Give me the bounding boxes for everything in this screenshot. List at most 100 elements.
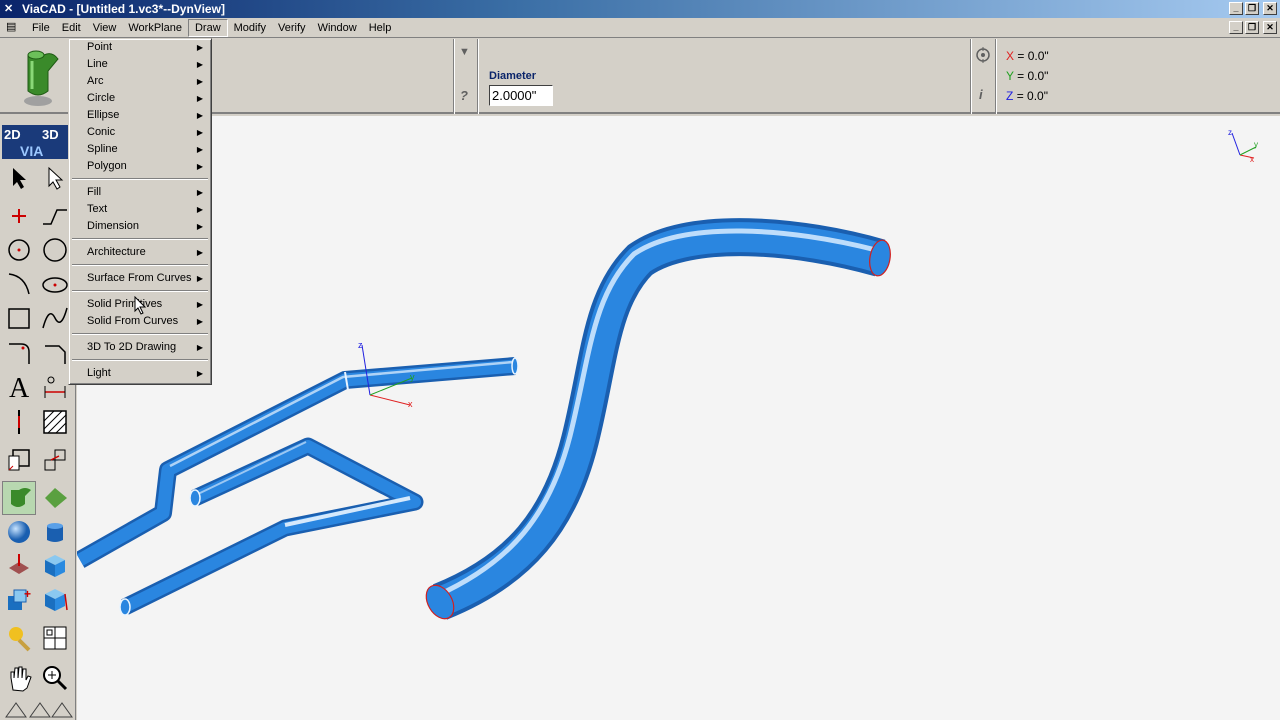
z-label: Z [1006,89,1014,103]
z-coordinate: Z = 0.0" [1006,89,1048,103]
sphere-icon[interactable] [2,515,36,549]
local-axis-y-label: y [410,372,415,382]
menu-item-circle[interactable]: Circle ▶ [71,90,209,107]
menu-separator [72,264,208,266]
viacad-app-icon: ✕ [4,3,14,15]
submenu-arrow-icon: ▶ [196,248,203,257]
menu-window[interactable]: Window [312,19,363,37]
menu-item-line[interactable]: Line ▶ [71,56,209,73]
ellipse-center-icon[interactable] [38,267,72,301]
menu-item-point[interactable]: Point ▶ [71,39,209,56]
doc-minimize-button[interactable]: _ [1229,21,1243,34]
loft-surface-icon[interactable] [38,481,72,515]
rectangle-icon[interactable] [2,301,36,335]
doc-restore-button[interactable]: ❐ [1245,21,1259,34]
menu-edit[interactable]: Edit [56,19,87,37]
menu-help[interactable]: Help [363,19,398,37]
submenu-arrow-icon: ▶ [196,343,203,352]
menu-workplane[interactable]: WorkPlane [122,19,188,37]
boolean-add-icon[interactable]: + [2,583,36,617]
crosshair-target-icon[interactable] [975,47,991,66]
menu-view[interactable]: View [87,19,123,37]
menu-item-arc[interactable]: Arc ▶ [71,73,209,90]
select-arrow-icon[interactable] [2,161,36,195]
x-label: X [1006,49,1015,63]
arc-icon[interactable] [2,267,36,301]
ellipse-icon[interactable] [38,233,72,267]
global-axis-y-label: y [1254,140,1258,149]
menu-item-light[interactable]: Light ▶ [71,365,209,382]
extrude-solid-icon[interactable] [2,549,36,583]
select-arrow-outline-icon[interactable] [38,161,72,195]
polyline-icon[interactable] [38,199,72,233]
submenu-arrow-icon: ▶ [196,94,203,103]
transform-icon[interactable] [38,443,72,477]
view-orientation-icons[interactable] [2,697,74,719]
filter-icon[interactable]: ▼ [459,46,470,58]
menu-item-polygon[interactable]: Polygon ▶ [71,158,209,175]
chamfer-icon[interactable] [38,335,72,369]
menu-item-conic[interactable]: Conic ▶ [71,124,209,141]
restore-button[interactable]: ❐ [1245,2,1259,15]
box-solid-icon[interactable] [38,549,72,583]
menu-item-architecture[interactable]: Architecture ▶ [71,244,209,261]
spline-icon[interactable] [38,301,72,335]
submenu-arrow-icon: ▶ [196,300,203,309]
cylinder-solid-icon[interactable] [38,515,72,549]
menu-separator [72,359,208,361]
dimension-icon[interactable] [38,369,72,403]
solid-tool-logo-icon [8,41,68,111]
3d-viewport[interactable]: z x y z x y [77,116,1280,720]
y-label: Y [1006,69,1014,83]
submenu-arrow-icon: ▶ [196,128,203,137]
menu-verify[interactable]: Verify [272,19,312,37]
menu-separator [72,178,208,180]
hatch-fill-icon[interactable] [38,405,72,439]
point-plus-icon[interactable] [2,199,36,233]
logo-via-text: VIA [20,143,43,159]
close-button[interactable]: ✕ [1263,2,1277,15]
menu-draw[interactable]: Draw [187,18,228,37]
menu-item-fill[interactable]: Fill ▶ [71,184,209,201]
menu-item-dimension[interactable]: Dimension ▶ [71,218,209,235]
menu-item-spline[interactable]: Spline ▶ [71,141,209,158]
vertical-dimension-icon[interactable] [2,405,36,439]
draw-dropdown-menu: Point ▶ Line ▶ Arc ▶ Circle ▶ Ellipse ▶ Conic… [68,38,212,385]
text-tool-icon[interactable]: A [2,369,36,403]
menu-item-surface-from-curves[interactable]: Surface From Curves ▶ [71,270,209,287]
menu-item-polygon-label: Polygon [87,160,127,172]
view-box-icon[interactable] [2,443,36,477]
menu-item-surface-from-curves-label: Surface From Curves [87,272,192,284]
shell-solid-icon[interactable] [38,583,72,617]
submenu-arrow-icon: ▶ [196,145,203,154]
fillet-icon[interactable] [2,335,36,369]
logo-2d-text: 2D [4,127,21,142]
menu-item-text[interactable]: Text ▶ [71,201,209,218]
y-value: = 0.0" [1017,69,1049,83]
submenu-arrow-icon: ▶ [196,188,203,197]
pipe-solid-icon[interactable] [2,481,36,515]
pan-hand-icon[interactable] [2,661,36,695]
menu-item-ellipse[interactable]: Ellipse ▶ [71,107,209,124]
zoom-magnifier-icon[interactable] [38,661,72,695]
menu-modify[interactable]: Modify [228,19,272,37]
doc-close-button[interactable]: ✕ [1263,21,1277,34]
info-icon[interactable]: i [979,87,983,102]
circle-center-icon[interactable] [2,233,36,267]
minimize-button[interactable]: _ [1229,2,1243,15]
menu-item-ellipse-label: Ellipse [87,109,120,121]
window-title: ViaCAD - [Untitled 1.vc3*--DynView] [22,2,225,16]
svg-text:A: A [9,373,30,401]
multi-view-icon[interactable] [38,621,72,655]
menu-item-solid-primitives-label: Solid Primitives [87,298,163,310]
document-icon[interactable]: ▤ [6,20,22,36]
help-icon[interactable]: ? [460,88,468,103]
viacad-logo: 2D 3D VIA [2,125,74,159]
diameter-field[interactable] [489,85,553,106]
submenu-arrow-icon: ▶ [196,111,203,120]
submenu-arrow-icon: ▶ [196,60,203,69]
menu-separator [72,238,208,240]
menu-file[interactable]: File [26,19,56,37]
menu-item-3d-to-2d-drawing[interactable]: 3D To 2D Drawing ▶ [71,339,209,356]
light-bulb-icon[interactable] [2,621,36,655]
